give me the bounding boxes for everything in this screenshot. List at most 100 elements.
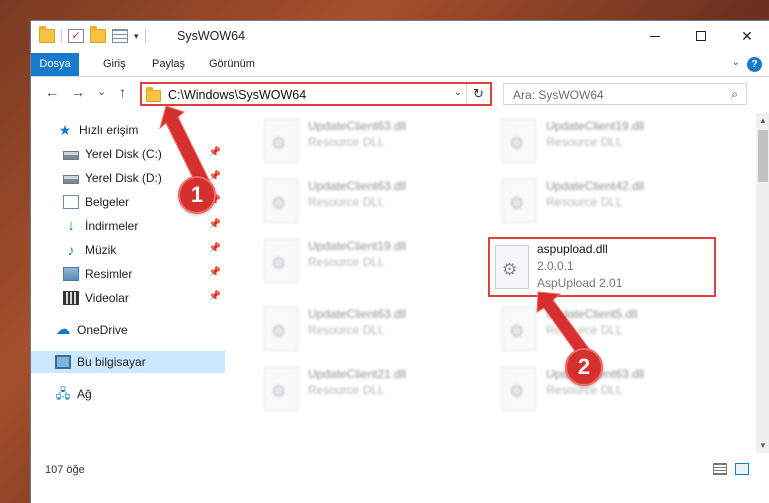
file-item[interactable]: UpdateClient42.dll Resource DLL <box>474 175 694 229</box>
file-description: Resource DLL <box>546 195 623 209</box>
item-count: 107 öğe <box>45 464 85 476</box>
sidebar-item-onedrive[interactable]: ☁ OneDrive <box>31 319 225 341</box>
back-button[interactable]: ← <box>45 84 59 100</box>
pin-icon[interactable]: 📌 <box>209 219 221 230</box>
file-item[interactable]: UpdateClient63.dll Resource DLL <box>236 115 456 169</box>
status-bar: 107 öğe <box>31 458 769 482</box>
new-folder-icon[interactable] <box>90 26 106 43</box>
address-path[interactable]: C:\Windows\SysWOW64 <box>168 88 306 102</box>
tab-home[interactable]: Giriş <box>103 53 126 76</box>
large-icons-view-icon[interactable] <box>735 463 749 475</box>
pin-icon[interactable]: 📌 <box>209 243 221 254</box>
folder-icon[interactable] <box>39 26 55 43</box>
file-name: UpdateClient21.dll <box>308 367 407 381</box>
file-item[interactable]: UpdateClient19.dll Resource DLL <box>236 235 456 289</box>
file-item[interactable]: UpdateClient21.dll Resource DLL <box>236 363 456 417</box>
sidebar-item-this-pc[interactable]: Bu bilgisayar <box>31 351 225 373</box>
quick-access-toolbar: ✓ ▾ <box>39 26 146 43</box>
pin-icon[interactable]: 📌 <box>209 267 221 278</box>
toolbar-separator <box>144 29 146 43</box>
close-button[interactable]: ✕ <box>724 21 769 51</box>
scroll-down-arrow-icon[interactable]: ▼ <box>759 441 767 450</box>
forward-button[interactable]: → <box>71 84 85 100</box>
file-name: UpdateClient63.dll <box>308 119 407 133</box>
file-description: Resource DLL <box>546 135 623 149</box>
star-icon: ★ <box>58 122 72 138</box>
sidebar-item-quick-access[interactable]: ★ Hızlı erişim <box>31 119 225 141</box>
annotation-badge-2: 2 <box>565 348 603 386</box>
pin-icon[interactable]: 📌 <box>209 147 221 158</box>
sidebar-item-label: Yerel Disk (D:) <box>85 171 162 185</box>
sidebar-item-label: Yerel Disk (C:) <box>85 147 162 161</box>
search-placeholder[interactable]: Ara: SysWOW64 <box>513 88 604 102</box>
sidebar-item-network[interactable]: 🖧 Ağ <box>31 383 225 405</box>
file-name: UpdateClient19.dll <box>546 119 645 133</box>
file-version: 2.0.0.1 <box>537 259 574 273</box>
toolbar-separator <box>61 29 62 43</box>
folder-icon <box>146 87 161 102</box>
recent-locations-button[interactable]: ⌄ <box>97 85 106 98</box>
file-description: Resource DLL <box>308 135 385 149</box>
dll-file-icon <box>264 119 298 163</box>
sidebar-item-local-disk-c[interactable]: Yerel Disk (C:) 📌 <box>31 143 225 165</box>
pin-icon[interactable]: 📌 <box>209 171 221 182</box>
properties-check-icon[interactable]: ✓ <box>68 29 84 43</box>
details-view-icon[interactable] <box>713 463 727 475</box>
search-box[interactable]: Ara: SysWOW64 ⌕ <box>503 83 747 105</box>
file-description: Resource DLL <box>308 255 385 269</box>
cloud-icon: ☁ <box>55 321 71 338</box>
sidebar-item-label: Hızlı erişim <box>79 123 139 137</box>
dll-file-icon <box>495 245 529 289</box>
scrollbar-thumb[interactable] <box>758 130 768 182</box>
explorer-window: ✓ ▾ SysWOW64 ✕ Dosya Giriş Paylaş Görünü… <box>30 20 769 503</box>
vertical-scrollbar[interactable]: ▲ ▼ <box>756 113 769 453</box>
navigation-pane: ★ Hızlı erişim Yerel Disk (C:) 📌 Yerel D… <box>31 113 225 453</box>
address-bar[interactable]: C:\Windows\SysWOW64 ⌄ ↻ <box>140 82 492 106</box>
dll-file-icon <box>264 307 298 351</box>
sidebar-item-label: Resimler <box>85 267 133 281</box>
up-button[interactable]: ↑ <box>119 84 126 100</box>
ribbon-expand-chevron-icon[interactable]: ⌄ <box>732 57 740 68</box>
sidebar-item-videos[interactable]: Videolar 📌 <box>31 287 225 309</box>
maximize-icon <box>696 31 706 41</box>
dll-file-icon <box>502 367 536 411</box>
file-name: UpdateClient63.dll <box>308 307 407 321</box>
address-dropdown-icon[interactable]: ⌄ <box>454 87 462 98</box>
sidebar-item-label: İndirmeler <box>85 219 139 233</box>
properties-icon[interactable] <box>112 29 128 43</box>
help-button[interactable]: ? <box>747 57 762 72</box>
file-item[interactable]: UpdateClient19.dll Resource DLL <box>474 115 694 169</box>
file-description: AspUpload 2.01 <box>537 276 623 290</box>
maximize-button[interactable] <box>678 21 724 51</box>
disk-icon <box>63 151 79 160</box>
file-item-aspupload[interactable]: aspupload.dll 2.0.0.1 AspUpload 2.01 <box>488 237 716 297</box>
file-item[interactable]: UpdateClient63.dll Resource DLL <box>236 303 456 357</box>
dll-file-icon <box>264 367 298 411</box>
sidebar-item-pictures[interactable]: Resimler 📌 <box>31 263 225 285</box>
dll-file-icon <box>502 307 536 351</box>
file-description: Resource DLL <box>308 323 385 337</box>
file-description: Resource DLL <box>308 383 385 397</box>
tab-view[interactable]: Görünüm <box>209 53 255 76</box>
tab-share[interactable]: Paylaş <box>152 53 185 76</box>
sidebar-item-downloads[interactable]: ↓ İndirmeler 📌 <box>31 215 225 237</box>
search-icon: ⌕ <box>731 87 738 101</box>
window-controls: ✕ <box>632 21 769 51</box>
pictures-icon <box>63 267 79 281</box>
pin-icon[interactable]: 📌 <box>209 291 221 302</box>
refresh-button[interactable]: ↻ <box>466 84 490 104</box>
customize-toolbar-chevron-icon[interactable]: ▾ <box>134 31 139 42</box>
dll-file-icon <box>502 179 536 223</box>
file-name: UpdateClient19.dll <box>308 239 407 253</box>
tab-file[interactable]: Dosya <box>31 53 79 76</box>
dll-file-icon <box>264 239 298 283</box>
file-item[interactable]: UpdateClient63.dll Resource DLL <box>236 175 456 229</box>
scroll-up-arrow-icon[interactable]: ▲ <box>759 116 767 125</box>
sidebar-item-music[interactable]: ♪ Müzik 📌 <box>31 239 225 261</box>
network-icon: 🖧 <box>55 386 71 401</box>
videos-icon <box>63 291 79 305</box>
window-title: SysWOW64 <box>177 29 246 43</box>
computer-icon <box>55 355 71 369</box>
minimize-button[interactable] <box>632 21 678 51</box>
sidebar-item-label: Müzik <box>85 243 117 257</box>
